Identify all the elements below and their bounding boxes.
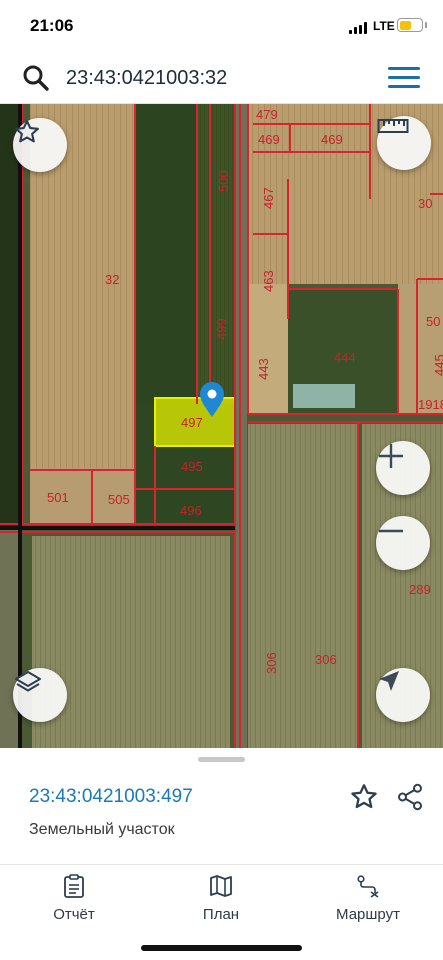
- ruler-icon: [377, 119, 409, 133]
- parcel-label: 289: [409, 582, 431, 597]
- field-500: [197, 104, 235, 404]
- tab-route-label: Маршрут: [336, 906, 400, 923]
- parcel-label: 479: [256, 107, 278, 122]
- parcel-label: 500: [216, 170, 231, 192]
- search-icon[interactable]: [22, 64, 50, 92]
- farm-building: [293, 384, 355, 408]
- sheet-drag-handle[interactable]: [198, 757, 245, 762]
- star-icon: [15, 119, 39, 143]
- satellite-map[interactable]: 479 469 469 500 467 30 32 463 499 50 443…: [0, 104, 443, 748]
- ruler-button[interactable]: [377, 116, 431, 170]
- parcel-label: 467: [261, 187, 276, 209]
- field-dark: [135, 104, 197, 404]
- map-favorite-button[interactable]: [13, 118, 67, 172]
- plus-icon: [379, 444, 403, 468]
- locate-button[interactable]: [376, 668, 430, 722]
- field-left-low: [0, 529, 20, 748]
- parcel-label: 501: [47, 490, 69, 505]
- tab-plan-label: План: [202, 906, 240, 923]
- parcel-label: 469: [258, 132, 280, 147]
- battery-level: [399, 20, 411, 30]
- divider: [0, 864, 443, 865]
- map-book-icon: [210, 875, 232, 897]
- star-outline-icon[interactable]: [349, 782, 379, 812]
- search-bar[interactable]: 23:43:0421003:32: [0, 52, 443, 104]
- parcel-label: 1918: [418, 397, 443, 412]
- search-input[interactable]: 23:43:0421003:32: [66, 67, 227, 90]
- parcel-label: 497: [181, 415, 203, 430]
- status-time: 21:06: [30, 16, 74, 35]
- parcel-info-sheet[interactable]: 23:43:0421003:497 Земельный участок Отчё…: [0, 748, 443, 960]
- parcel-label: 495: [181, 459, 203, 474]
- navigation-arrow-icon: [379, 671, 399, 691]
- parcel-label: 443: [256, 358, 271, 380]
- tab-route[interactable]: Маршрут: [313, 874, 423, 923]
- parcel-label: 496: [180, 503, 202, 518]
- parcel-label: 505: [108, 492, 130, 507]
- parcel-label: 444: [334, 350, 356, 365]
- battery-tip: [425, 22, 427, 28]
- tab-report[interactable]: Отчёт: [19, 874, 129, 923]
- signal-icon: [349, 22, 369, 34]
- route-icon: [357, 875, 379, 898]
- parcel-type: Земельный участок: [29, 821, 175, 838]
- home-indicator[interactable]: [141, 945, 302, 951]
- battery-icon: [397, 18, 423, 32]
- parcel-label: 30: [418, 196, 432, 211]
- zoom-in-button[interactable]: [376, 441, 430, 495]
- layers-button[interactable]: [13, 668, 67, 722]
- share-icon[interactable]: [395, 782, 425, 812]
- network-type: LTE: [373, 19, 395, 33]
- hamburger-menu-icon[interactable]: [388, 67, 420, 89]
- parcel-label: 463: [261, 270, 276, 292]
- parcel-label: 306: [264, 652, 279, 674]
- tab-report-label: Отчёт: [53, 906, 95, 923]
- minus-icon: [379, 529, 403, 533]
- field-lower: [32, 536, 230, 748]
- parcel-label: 499: [214, 318, 229, 340]
- zoom-out-button[interactable]: [376, 516, 430, 570]
- status-bar: 21:06 LTE: [0, 0, 443, 52]
- tab-plan[interactable]: План: [166, 874, 276, 923]
- field-306-a: [248, 424, 358, 748]
- layers-icon: [15, 671, 41, 692]
- cadastral-number[interactable]: 23:43:0421003:497: [29, 786, 193, 808]
- parcel-label: 445: [432, 354, 443, 376]
- field-443: [248, 284, 288, 414]
- parcel-label: 306: [315, 652, 337, 667]
- map-view[interactable]: 479 469 469 500 467 30 32 463 499 50 443…: [0, 104, 443, 748]
- parcel-label: 50: [426, 314, 440, 329]
- parcel-label: 469: [321, 132, 343, 147]
- parcel-label: 32: [105, 272, 119, 287]
- report-clipboard-icon: [64, 874, 84, 898]
- field-50: [398, 284, 443, 414]
